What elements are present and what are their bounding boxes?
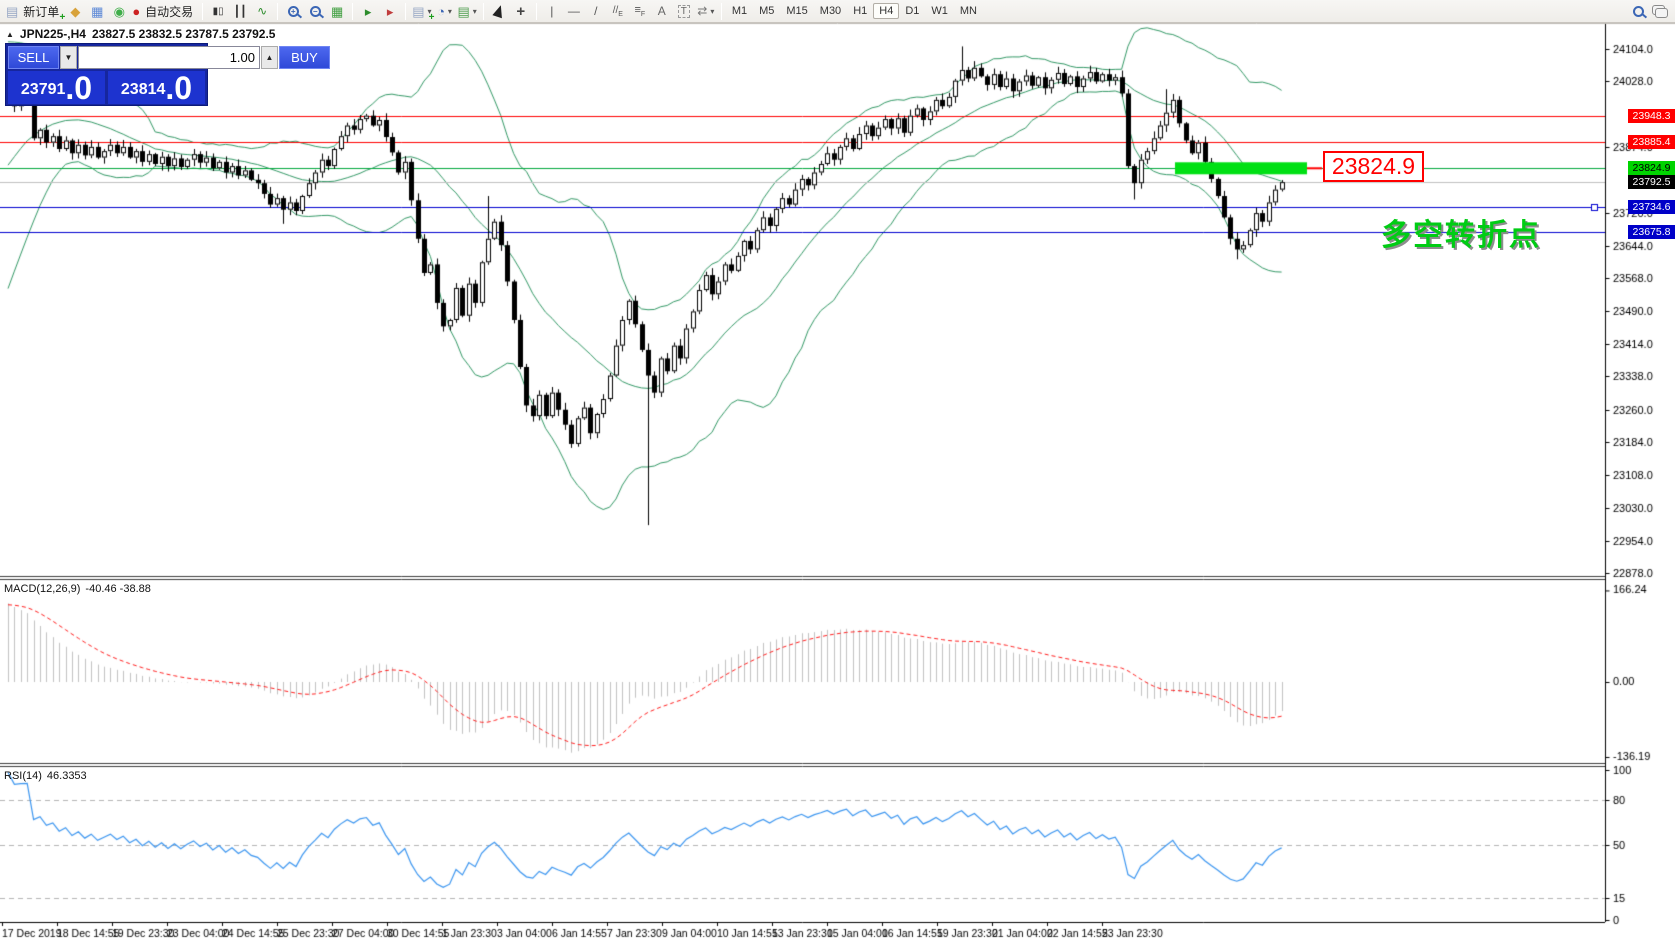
- rsi-name: RSI(14): [4, 770, 42, 782]
- tab-m15[interactable]: M15: [780, 3, 813, 19]
- autotrade-icon: ●: [132, 5, 140, 18]
- separator: [352, 3, 353, 20]
- separator: [405, 3, 406, 20]
- tab-mn[interactable]: MN: [954, 3, 983, 19]
- new-order-label: 新订单: [20, 3, 62, 20]
- price-badge: 23885.4: [1628, 135, 1675, 149]
- search-icon[interactable]: [1627, 1, 1649, 21]
- toolbar: ▤+ 新订单 ◆ ▦ ◉ ● 自动交易 ▮▯ ┃┃ ∿ + − ▦ ▸ ▸ ▤+…: [0, 0, 1675, 23]
- volume-input[interactable]: [78, 46, 260, 69]
- trendline-tool[interactable]: /: [585, 1, 607, 21]
- zoom-out-icon[interactable]: −: [304, 1, 326, 21]
- chart-canvas[interactable]: [0, 0, 1675, 946]
- volume-decrease-button[interactable]: ▼: [60, 46, 77, 69]
- tab-m1[interactable]: M1: [726, 3, 753, 19]
- tab-h4[interactable]: H4: [873, 3, 899, 19]
- symbol-period: JPN225-,H4: [20, 27, 86, 41]
- separator: [202, 3, 203, 20]
- volume-increase-button[interactable]: ▲: [261, 46, 278, 69]
- vertical-line-tool[interactable]: |: [541, 1, 563, 21]
- new-order-icon: ▤+: [6, 5, 18, 18]
- rsi-value: 46.3353: [47, 770, 87, 782]
- macd-pane-label: MACD(12,26,9) -40.46 -38.88: [4, 583, 151, 595]
- separator: [536, 3, 537, 20]
- signal-icon[interactable]: ◉: [108, 1, 130, 21]
- chart-title: ▲ JPN225-,H4 23827.5 23832.5 23787.5 237…: [6, 27, 275, 41]
- autotrade-button[interactable]: ● 自动交易: [130, 1, 198, 21]
- separator: [483, 3, 484, 20]
- tab-h1[interactable]: H1: [847, 3, 873, 19]
- price-badge: 23675.8: [1628, 225, 1675, 239]
- sell-price[interactable]: 23791 .0: [8, 71, 105, 104]
- rsi-pane-label: RSI(14) 46.3353: [4, 770, 87, 782]
- tab-m30[interactable]: M30: [814, 3, 847, 19]
- tile-windows-icon[interactable]: ▦: [326, 1, 348, 21]
- indicators-dropdown[interactable]: ▤▾: [456, 1, 479, 21]
- sell-price-main: 23791: [21, 77, 66, 103]
- chart-profile-icon[interactable]: ▦: [86, 1, 108, 21]
- autotrade-label: 自动交易: [142, 3, 196, 20]
- price-badge: 23948.3: [1628, 109, 1675, 123]
- separator: [721, 3, 722, 20]
- price-level-label[interactable]: 23824.9: [1323, 151, 1424, 182]
- one-click-trade-panel: SELL ▼ ▲ BUY 23791 .0 23814 .0: [5, 43, 208, 106]
- buy-button[interactable]: BUY: [279, 46, 330, 69]
- sell-price-pips: .0: [65, 73, 92, 103]
- gold-icon[interactable]: ◆: [64, 1, 86, 21]
- tab-d1[interactable]: D1: [899, 3, 925, 19]
- sell-button[interactable]: SELL: [8, 46, 59, 69]
- separator: [277, 3, 278, 20]
- buy-price-main: 23814: [121, 77, 166, 103]
- horizontal-line-tool[interactable]: —: [563, 1, 585, 21]
- crosshair-tool[interactable]: +: [510, 1, 532, 21]
- periods-clock-dropdown[interactable]: ◔▾: [434, 1, 456, 21]
- ohlc-values: 23827.5 23832.5 23787.5 23792.5: [92, 27, 276, 41]
- collapse-icon[interactable]: ▲: [6, 30, 14, 39]
- macd-values: -40.46 -38.88: [85, 583, 150, 595]
- chart-candles-icon[interactable]: ▮▯: [207, 1, 229, 21]
- price-badge: 23734.6: [1628, 200, 1675, 214]
- macd-name: MACD(12,26,9): [4, 583, 80, 595]
- chart-line-icon[interactable]: ∿: [251, 1, 273, 21]
- new-order-button[interactable]: ▤+ 新订单: [4, 1, 64, 21]
- chart-shift-red-icon[interactable]: ▸: [379, 1, 401, 21]
- tab-m5[interactable]: M5: [753, 3, 780, 19]
- channel-tool[interactable]: //E: [607, 1, 629, 21]
- chart-shift-green-icon[interactable]: ▸: [357, 1, 379, 21]
- shapes-dropdown[interactable]: ⇄▾: [695, 1, 717, 21]
- price-badge: 23824.9: [1628, 161, 1675, 175]
- new-chart-dropdown[interactable]: ▤+▾: [410, 1, 433, 21]
- buy-price-pips: .0: [165, 73, 192, 103]
- tab-w1[interactable]: W1: [925, 3, 954, 19]
- chart-bars-icon[interactable]: ┃┃: [229, 1, 251, 21]
- text-tool[interactable]: A: [651, 1, 673, 21]
- fibonacci-tool[interactable]: ≡F: [629, 1, 651, 21]
- chat-icon[interactable]: [1649, 1, 1671, 21]
- price-badge: 23792.5: [1628, 175, 1675, 189]
- buy-price[interactable]: 23814 .0: [108, 71, 205, 104]
- text-label-tool[interactable]: T: [673, 1, 695, 21]
- zoom-in-icon[interactable]: +: [282, 1, 304, 21]
- cursor-tool[interactable]: [488, 1, 510, 21]
- turning-point-annotation[interactable]: 多空转折点: [1381, 210, 1541, 254]
